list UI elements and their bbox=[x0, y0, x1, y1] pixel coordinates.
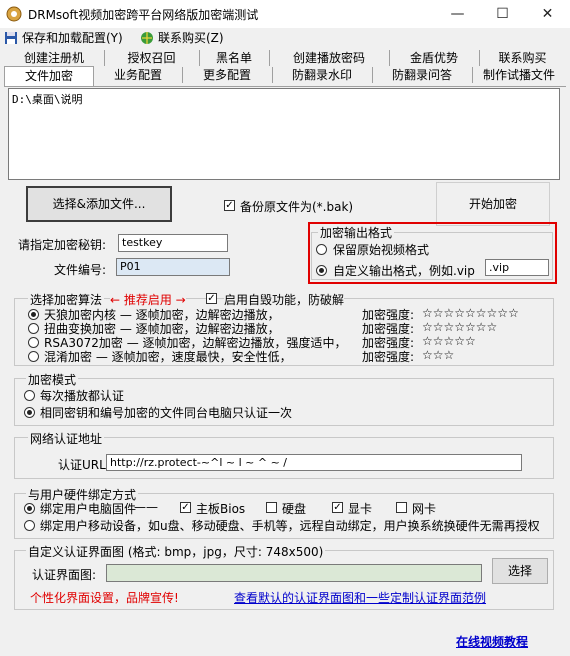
key-label: 请指定加密秘钥: bbox=[18, 238, 107, 252]
strength-stars: ☆☆☆ bbox=[422, 348, 455, 362]
menu-bar: 保存和加载配置(Y) 联系购买(Z) bbox=[0, 28, 570, 48]
minimize-button[interactable]: — bbox=[435, 0, 480, 28]
gpu-checkbox[interactable]: ✓ bbox=[332, 502, 343, 513]
tab-create-keygen[interactable]: 创建注册机 bbox=[4, 50, 105, 66]
auth-url-label: 认证URL: bbox=[58, 458, 110, 472]
mode-title: 加密模式 bbox=[26, 371, 79, 388]
algo-tianlang-radio[interactable] bbox=[28, 309, 39, 320]
bind-pc-radio[interactable] bbox=[24, 503, 35, 514]
tab-blacklist[interactable]: 黑名单 bbox=[199, 50, 270, 66]
tab-anti-record-watermark[interactable]: 防翻录水印 bbox=[272, 67, 373, 83]
tab-row-1: 创建注册机 授权召回 黑名单 创建播放密码 金盾优势 联系购买 bbox=[4, 50, 566, 67]
tab-more-config[interactable]: 更多配置 bbox=[182, 67, 273, 83]
auth-url-input[interactable]: http://rz.protect-~^l ~ l ~ ^ ~ / bbox=[106, 454, 522, 471]
select-add-files-button[interactable]: 选择&添加文件... bbox=[26, 186, 172, 222]
mode-once-per-pc-label: 相同密钥和编号加密的文件同台电脑只认证一次 bbox=[40, 406, 293, 420]
mode-once-per-pc-radio[interactable] bbox=[24, 407, 35, 418]
tab-make-trial-file[interactable]: 制作试播文件 bbox=[472, 67, 566, 83]
strength-stars: ☆☆☆☆☆☆☆☆☆ bbox=[422, 306, 519, 320]
window-title: DRMsoft视频加密跨平台网络版加密端测试 bbox=[28, 8, 259, 22]
sample-ui-link[interactable]: 查看默认的认证界面图和一些定制认证界面范例 bbox=[234, 589, 486, 606]
menu-save-load-config[interactable]: 保存和加载配置(Y) bbox=[2, 29, 123, 47]
tab-row-2: 文件加密 业务配置 更多配置 防翻录水印 防翻录问答 制作试播文件 bbox=[4, 66, 566, 86]
title-bar: DRMsoft视频加密跨平台网络版加密端测试 — ☐ ✕ bbox=[0, 0, 570, 28]
algo-obfuscate-radio[interactable] bbox=[28, 351, 39, 362]
strength-label: 加密强度: bbox=[362, 350, 415, 364]
tab-create-play-password[interactable]: 创建播放密码 bbox=[269, 50, 390, 66]
bind-pc-dash: —— bbox=[134, 500, 158, 514]
tab-file-encrypt[interactable]: 文件加密 bbox=[4, 66, 94, 86]
bind-pc-label: 绑定用户电脑固件 bbox=[40, 502, 137, 516]
menu-save-load-label: 保存和加载配置(Y) bbox=[22, 31, 123, 45]
keep-format-label: 保留原始视频格式 bbox=[333, 243, 430, 257]
mode-every-play-radio[interactable] bbox=[24, 390, 35, 401]
mode-every-play-label: 每次播放都认证 bbox=[40, 389, 125, 403]
strength-stars: ☆☆☆☆☆ bbox=[422, 334, 476, 348]
bios-checkbox[interactable]: ✓ bbox=[180, 502, 191, 513]
tab-jindun-advantage[interactable]: 金盾优势 bbox=[389, 50, 480, 66]
file-list-textarea[interactable]: D:\桌面\说明 bbox=[8, 88, 560, 180]
output-format-title: 加密输出格式 bbox=[318, 224, 395, 241]
key-input[interactable]: testkey bbox=[118, 234, 228, 252]
app-logo-icon bbox=[6, 6, 22, 22]
file-no-input[interactable]: P01 bbox=[116, 258, 230, 276]
algo-rsa-radio[interactable] bbox=[28, 337, 39, 348]
start-encrypt-button[interactable]: 开始加密 bbox=[436, 182, 550, 226]
algo-obfuscate-label: 混淆加密 — 逐帧加密，速度最快，安全性低， bbox=[44, 350, 292, 364]
tab-anti-record-qa[interactable]: 防翻录问答 bbox=[372, 67, 473, 83]
menu-contact-label: 联系购买(Z) bbox=[158, 31, 224, 45]
self-destruct-checkbox[interactable]: ✓ bbox=[206, 293, 217, 304]
file-no-label: 文件编号: bbox=[54, 263, 107, 277]
strength-stars: ☆☆☆☆☆☆☆ bbox=[422, 320, 498, 334]
save-disk-icon bbox=[5, 32, 17, 44]
custom-format-input[interactable]: .vip bbox=[485, 259, 549, 276]
nic-checkbox[interactable] bbox=[396, 502, 407, 513]
tab-auth-recall[interactable]: 授权召回 bbox=[104, 50, 200, 66]
disk-label: 硬盘 bbox=[282, 502, 307, 516]
keep-format-radio[interactable] bbox=[316, 244, 327, 255]
custom-format-label: 自定义输出格式，例如.vip bbox=[333, 264, 475, 278]
algo-twist-radio[interactable] bbox=[28, 323, 39, 334]
gpu-label: 显卡 bbox=[348, 502, 373, 516]
auth-ui-field-label: 认证界面图: bbox=[32, 568, 97, 582]
close-button[interactable]: ✕ bbox=[525, 0, 570, 28]
backup-checkbox[interactable]: ✓ bbox=[224, 200, 235, 211]
network-title: 网络认证地址 bbox=[28, 430, 105, 447]
auth-ui-image-input[interactable] bbox=[106, 564, 482, 582]
backup-label: 备份原文件为(*.bak) bbox=[240, 200, 354, 214]
video-tutorial-link[interactable]: 在线视频教程 bbox=[456, 633, 528, 650]
menu-contact-buy[interactable]: 联系购买(Z) bbox=[138, 29, 224, 47]
tab-business-config[interactable]: 业务配置 bbox=[94, 67, 183, 83]
auth-ui-title: 自定义认证界面图 (格式: bmp，jpg，尺寸: 748x500) bbox=[26, 543, 326, 560]
auth-ui-select-button[interactable]: 选择 bbox=[492, 558, 548, 584]
nic-label: 网卡 bbox=[412, 502, 437, 516]
disk-checkbox[interactable] bbox=[266, 502, 277, 513]
bios-label: 主板Bios bbox=[196, 502, 246, 516]
contact-globe-icon bbox=[141, 32, 153, 44]
promo-text: 个性化界面设置，品牌宣传! bbox=[30, 591, 179, 605]
bind-mobile-radio[interactable] bbox=[24, 520, 35, 531]
custom-format-radio[interactable] bbox=[316, 265, 327, 276]
maximize-button[interactable]: ☐ bbox=[480, 0, 525, 28]
bind-mobile-label: 绑定用户移动设备，如u盘、移动硬盘、手机等，远程自动绑定，用户换系统换硬件无需再… bbox=[40, 519, 540, 533]
tab-contact-purchase[interactable]: 联系购买 bbox=[479, 50, 566, 66]
